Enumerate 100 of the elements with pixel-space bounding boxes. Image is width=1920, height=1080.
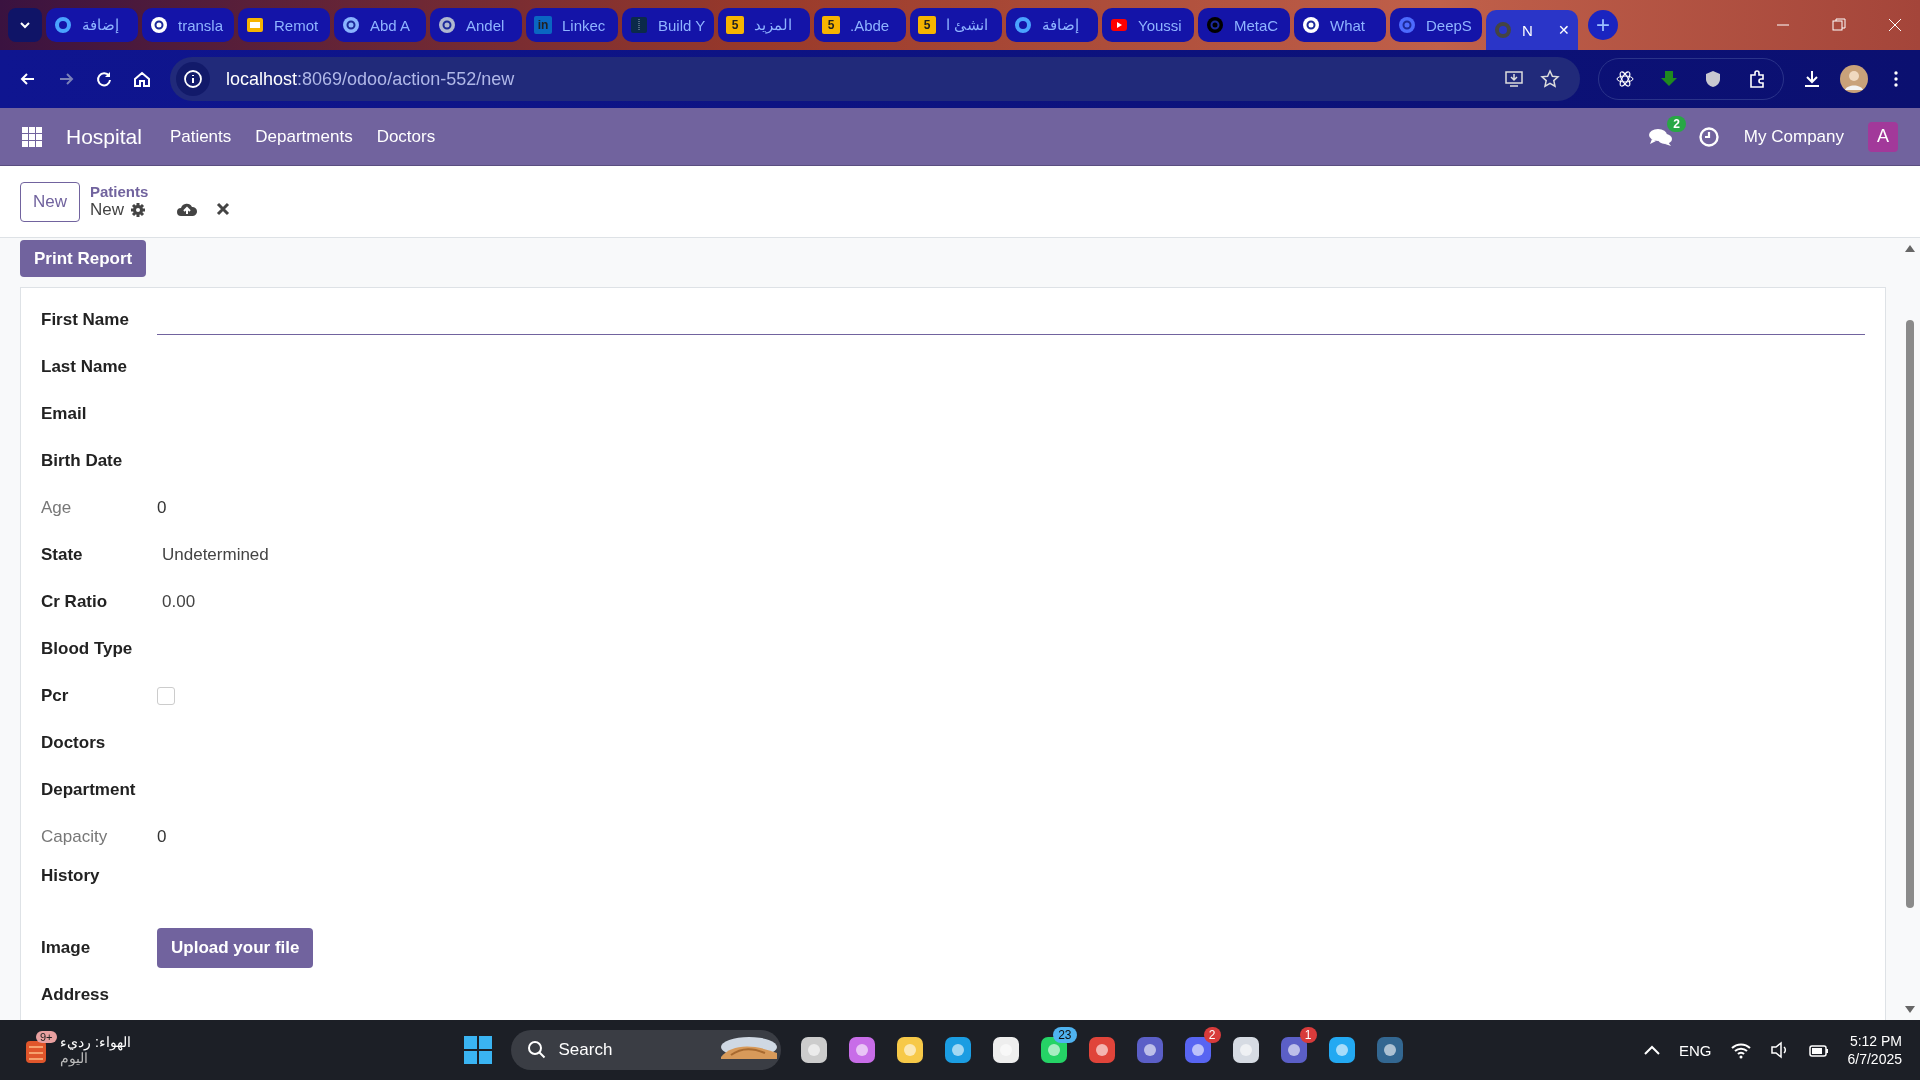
field-label: Birth Date <box>41 450 124 471</box>
app-icon[interactable] <box>1086 1035 1117 1065</box>
app-icon[interactable] <box>846 1035 877 1065</box>
download-arrow-icon[interactable] <box>1659 69 1679 89</box>
notification-badge: 1 <box>1299 1027 1317 1043</box>
field-label: Cr Ratio <box>41 591 109 612</box>
ring-icon <box>54 16 72 34</box>
shield-icon[interactable] <box>1703 69 1723 89</box>
field-value: 0 <box>157 497 167 518</box>
chevron-up-icon[interactable] <box>1643 1044 1661 1056</box>
field-label: Address <box>41 984 111 1005</box>
app-icon[interactable] <box>1230 1035 1261 1065</box>
close-icon[interactable] <box>1888 18 1902 32</box>
scroll-down-icon[interactable] <box>1905 1006 1915 1014</box>
tab-title: Linkec <box>562 16 607 34</box>
info-icon <box>176 62 210 96</box>
star-icon[interactable] <box>1540 69 1560 89</box>
favicon-icon <box>1398 16 1416 34</box>
browser-tab[interactable]: Build Y <box>622 8 714 42</box>
tab-title: انشئ ا <box>946 16 990 34</box>
field-label: Doctors <box>41 732 107 753</box>
app-icon[interactable] <box>1134 1035 1165 1065</box>
field-value: 0 <box>157 826 167 847</box>
field-label: Pcr <box>41 685 70 706</box>
field-label: Last Name <box>41 356 128 377</box>
language-indicator[interactable]: ENG <box>1679 1041 1712 1059</box>
browser-tab[interactable]: in Linkec <box>526 8 618 42</box>
field-label: Blood Type <box>41 638 134 659</box>
select-field[interactable]: Undetermined <box>157 544 269 565</box>
slide-icon <box>246 16 264 34</box>
weather-text: الهواء: رديء <box>60 1034 131 1050</box>
select-field[interactable]: 0.00 <box>157 591 196 612</box>
browser-tab[interactable]: Andel <box>430 8 522 42</box>
menu-item[interactable]: Patients <box>169 126 232 147</box>
browser-tab[interactable]: Youssi <box>1102 8 1194 42</box>
new-tab-button[interactable]: + <box>1588 10 1618 40</box>
url-text: localhost:8069/odoo/action-552/new <box>226 68 515 90</box>
menu-item[interactable]: Doctors <box>376 126 436 147</box>
print-report-button[interactable]: Print Report <box>20 240 147 277</box>
settings-icon[interactable] <box>130 202 147 218</box>
message-count-badge: 2 <box>1667 115 1686 132</box>
app-icon[interactable] <box>990 1035 1021 1065</box>
notification-badge: 9+ <box>36 1031 57 1043</box>
clock-icon[interactable] <box>1697 125 1720 148</box>
field-label: First Name <box>41 309 130 330</box>
user-avatar[interactable]: A <box>1868 121 1898 152</box>
new-button[interactable]: New <box>20 181 80 222</box>
browser-tab[interactable]: DeepS <box>1390 8 1482 42</box>
ring-icon <box>1494 21 1512 39</box>
browser-tab[interactable]: N ✕ <box>1486 10 1578 50</box>
clock-time: 5:12 PM <box>1849 1033 1902 1049</box>
tab-title: DeepS <box>1426 16 1473 34</box>
tab-title: Abd A <box>370 16 412 34</box>
profile-avatar-icon[interactable] <box>1840 65 1868 93</box>
app-icon[interactable] <box>894 1035 925 1065</box>
search-field[interactable]: Search <box>510 1030 781 1070</box>
install-icon[interactable] <box>1504 69 1524 89</box>
browser-tab[interactable]: transla <box>142 8 234 42</box>
app-icon[interactable] <box>1374 1035 1405 1065</box>
wifi-icon[interactable] <box>1729 1041 1752 1059</box>
company-switcher[interactable]: My Company <box>1743 126 1844 147</box>
app-icon[interactable] <box>798 1035 829 1065</box>
browser-tab[interactable]: إضافة <box>46 8 138 42</box>
download-icon[interactable] <box>1802 69 1822 89</box>
browser-tab[interactable]: What <box>1294 8 1386 42</box>
reload-icon[interactable] <box>94 69 114 89</box>
discard-icon[interactable] <box>216 201 231 216</box>
favicon-icon <box>630 16 648 34</box>
tab-title: Youssi <box>1138 16 1183 34</box>
close-tab-button[interactable]: ✕ <box>1558 22 1570 38</box>
tab-title: N <box>1522 21 1534 39</box>
tab-title: إضافة <box>82 16 120 34</box>
browser-tab[interactable]: 5 .Abde <box>814 8 906 42</box>
browser-tab[interactable]: إضافة <box>1006 8 1098 42</box>
app-name[interactable]: Hospital <box>66 124 142 149</box>
browser-tab[interactable]: Abd A <box>334 8 426 42</box>
home-icon[interactable] <box>132 69 152 89</box>
checkbox[interactable] <box>157 686 175 705</box>
tab-title: المزيد <box>754 16 793 34</box>
scroll-up-icon[interactable] <box>1905 244 1915 252</box>
favicon-icon <box>1302 16 1320 34</box>
app-icon[interactable] <box>1326 1035 1357 1065</box>
favicon-icon: in <box>534 16 552 34</box>
start-icon[interactable] <box>462 1035 493 1065</box>
browser-tab[interactable]: Remot <box>238 8 330 42</box>
browser-tab[interactable]: MetaC <box>1198 8 1290 42</box>
favicon-icon: 5 <box>822 16 840 34</box>
puzzle-icon[interactable] <box>1747 69 1767 89</box>
upload-button[interactable]: Upload your file <box>157 927 314 968</box>
address-bar[interactable]: localhost:8069/odoo/action-552/new <box>170 57 1580 101</box>
app-icon[interactable] <box>942 1035 973 1065</box>
restore-icon[interactable] <box>1832 18 1846 32</box>
tab-list-button[interactable] <box>8 8 42 42</box>
atom-icon[interactable] <box>1615 69 1635 89</box>
menu-item[interactable]: Departments <box>255 126 353 147</box>
play-icon <box>1110 16 1128 34</box>
breadcrumb-link[interactable]: Patients <box>90 183 149 200</box>
favicon-icon <box>150 16 168 34</box>
tab-title: transla <box>178 16 225 34</box>
app-grid-icon[interactable] <box>22 126 42 147</box>
